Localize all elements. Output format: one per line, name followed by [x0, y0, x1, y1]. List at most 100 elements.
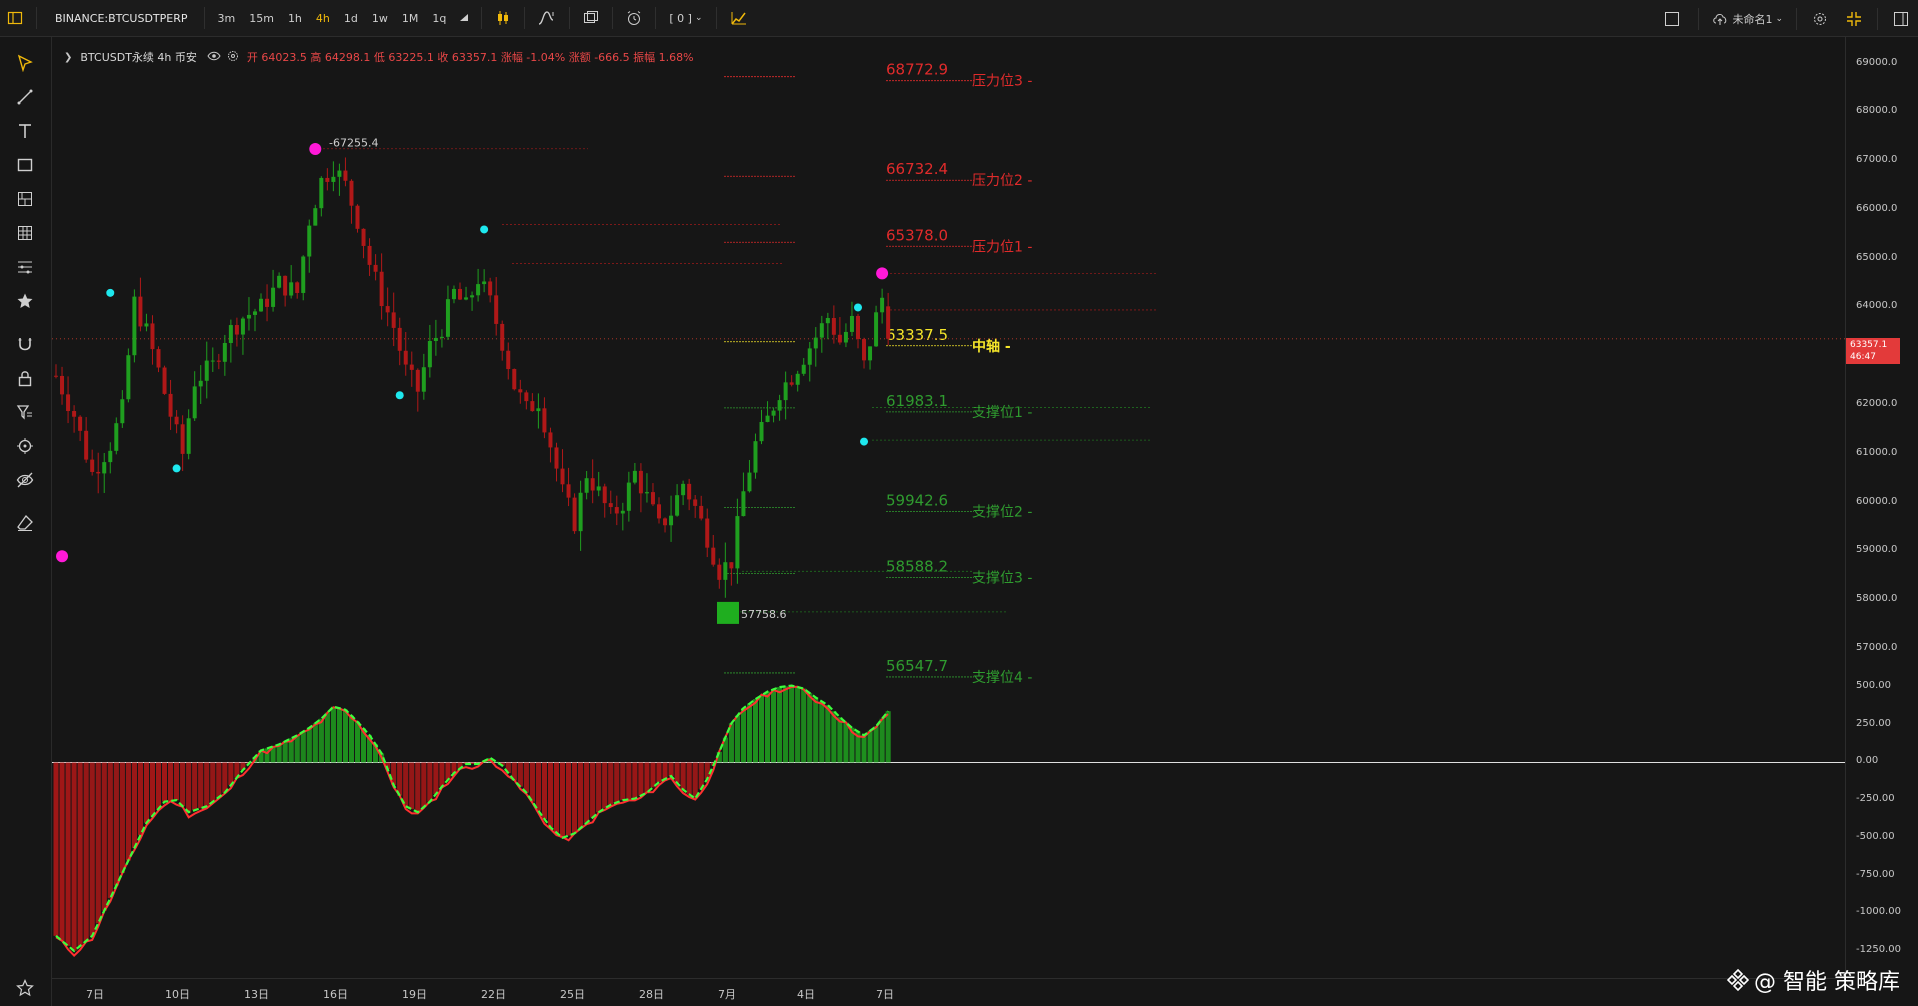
candle-body	[482, 281, 487, 285]
interval-1M[interactable]: 1M	[395, 0, 426, 37]
symbol-selector[interactable]: BINANCE:BTCUSDTPERP	[43, 12, 198, 25]
bracket-label: [ 0 ]	[669, 11, 692, 25]
time-tick: 7日	[86, 988, 104, 1001]
indicator-tick: -1250.00	[1856, 943, 1901, 955]
interval-15m[interactable]: 15m	[242, 0, 281, 37]
level-name: 支撑位4 -	[972, 670, 1032, 686]
candle-body	[747, 472, 752, 492]
candle-body	[470, 295, 475, 298]
candle-style-icon[interactable]	[488, 0, 518, 37]
right-panel-icon[interactable]	[1884, 0, 1918, 37]
price-chart[interactable]: 68772.9 压力位3 - 66732.4 压力位2 - 65378.0 压力位1 - 6…	[52, 37, 1845, 978]
indicator-pane	[52, 684, 1845, 958]
candle-body	[108, 450, 113, 463]
pattern-tool-icon[interactable]	[12, 186, 38, 212]
cursor-icon[interactable]	[12, 50, 38, 76]
candle-body	[271, 287, 276, 307]
candle-body	[741, 491, 746, 517]
candle-body	[644, 492, 649, 494]
candle-body	[451, 288, 456, 300]
level-price: 66732.4	[886, 160, 948, 178]
candle-body	[198, 380, 203, 387]
bracket-menu[interactable]: [ 0 ] ⌄	[662, 0, 709, 37]
candle-body	[307, 225, 312, 257]
visibility-eye-icon[interactable]	[207, 51, 221, 64]
compare-icon[interactable]	[576, 0, 606, 37]
alert-clock-icon[interactable]	[619, 0, 649, 37]
price-tick: 58000.0	[1856, 593, 1898, 605]
interval-3m[interactable]: 3m	[211, 0, 243, 37]
watchlist-star-icon[interactable]	[12, 975, 38, 1001]
cloud-save-menu[interactable]: 未命名1 ⌄	[1705, 0, 1790, 37]
text-tool-icon[interactable]	[12, 118, 38, 144]
sidebar-toggle-icon[interactable]	[0, 0, 30, 37]
trend-line-icon[interactable]	[12, 84, 38, 110]
divider	[612, 7, 614, 29]
swing-high-label: -67255.4	[329, 137, 378, 150]
watermark-logo-icon	[1726, 968, 1750, 992]
interval-4h[interactable]: 4h	[309, 0, 337, 37]
pivot-marker-magenta	[876, 267, 889, 280]
candles	[54, 157, 891, 598]
rectangle-tool-icon[interactable]	[12, 152, 38, 178]
candle-body	[663, 518, 668, 526]
candle-body	[542, 408, 547, 433]
candle-body	[608, 503, 613, 508]
interval-more-icon[interactable]	[453, 0, 475, 37]
candle-body	[289, 282, 294, 296]
strategy-icon[interactable]	[723, 0, 755, 37]
price-tick: 57000.0	[1856, 641, 1898, 653]
candle-body	[90, 459, 95, 472]
current-price-value: 63357.1	[1850, 340, 1888, 350]
candle-body	[367, 245, 372, 265]
candle-body	[180, 424, 185, 454]
candle-body	[445, 299, 450, 337]
grid-tool-icon[interactable]	[12, 220, 38, 246]
candle-body	[572, 497, 577, 532]
candle-body	[886, 306, 891, 339]
fib-tool-icon[interactable]	[12, 254, 38, 280]
candle-body	[162, 367, 167, 394]
indicators-icon[interactable]	[531, 0, 563, 37]
interval-1w[interactable]: 1w	[365, 0, 395, 37]
candle-body	[313, 208, 318, 226]
legend-settings-icon[interactable]	[227, 50, 239, 65]
star-favorite-icon[interactable]	[12, 288, 38, 314]
candle-body	[843, 331, 848, 343]
settings-gear-icon[interactable]	[1803, 0, 1837, 37]
price-tick: 69000.0	[1856, 56, 1898, 68]
candle-body	[132, 296, 137, 356]
watermark: @ 智能 策略库	[1726, 964, 1900, 996]
lock-icon[interactable]	[12, 365, 38, 391]
collapse-chevron-icon[interactable]: ❯	[64, 52, 72, 63]
candle-body	[705, 518, 710, 548]
magnet-icon[interactable]	[12, 331, 38, 357]
candle-body	[488, 281, 493, 296]
crosshair-icon[interactable]	[12, 433, 38, 459]
filter-icon[interactable]	[12, 399, 38, 425]
candle-body	[156, 349, 161, 368]
top-toolbar: BINANCE:BTCUSDTPERP 3m 15m 1h 4h 1d 1w 1M 1q [ …	[0, 0, 1918, 37]
fullscreen-icon[interactable]	[1837, 0, 1871, 37]
interval-1h[interactable]: 1h	[281, 0, 309, 37]
candle-body	[144, 323, 149, 327]
interval-1q[interactable]: 1q	[425, 0, 453, 37]
time-axis[interactable]: 7日 10日 13日 16日 19日 22日 25日 28日 7月 4日 7日	[52, 978, 1845, 1006]
time-tick: 7月	[718, 988, 736, 1001]
candle-body	[723, 562, 728, 580]
interval-1d[interactable]: 1d	[337, 0, 365, 37]
hide-eye-icon[interactable]	[12, 467, 38, 493]
candle-body	[795, 373, 800, 385]
layout-square-icon[interactable]	[1652, 0, 1692, 37]
current-price-tag: 63357.1 46:47	[1846, 338, 1900, 364]
candle-body	[813, 337, 818, 349]
candle-body	[862, 339, 867, 361]
candle-body	[524, 392, 529, 402]
candle-body	[84, 430, 89, 460]
time-tick: 28日	[639, 988, 664, 1001]
candle-body	[421, 367, 426, 392]
price-axis[interactable]: 69000.0 68000.0 67000.0 66000.0 65000.0 64000…	[1845, 37, 1918, 982]
candle-body	[349, 180, 354, 206]
eraser-icon[interactable]	[12, 510, 38, 536]
candle-body	[638, 470, 643, 494]
